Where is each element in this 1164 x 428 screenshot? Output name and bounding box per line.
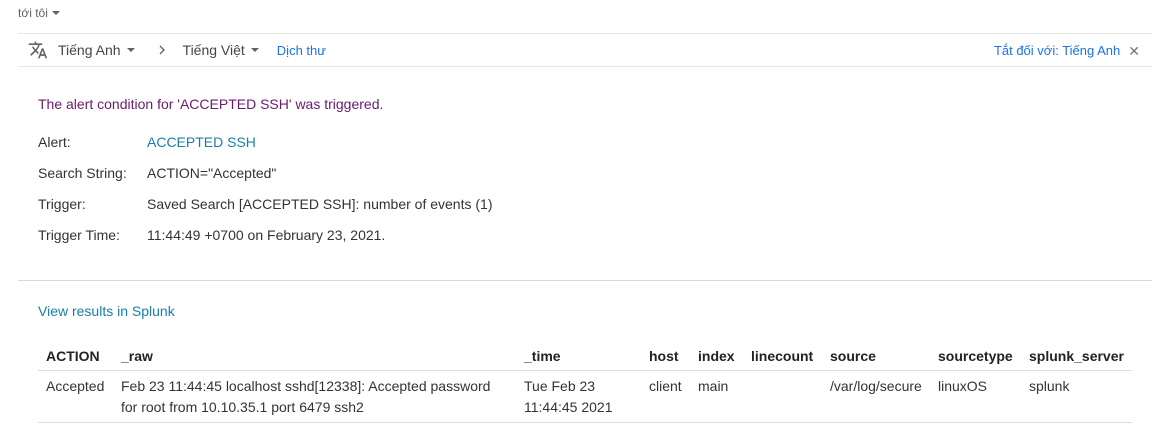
close-icon[interactable]: ✕	[1128, 43, 1140, 60]
column-header: splunk_server	[1021, 342, 1132, 371]
field-value: Saved Search [ACCEPTED SSH]: number of e…	[147, 196, 493, 212]
column-header: source	[822, 342, 930, 371]
caret-down-icon	[250, 48, 259, 52]
caret-down-icon	[126, 48, 135, 52]
table-cell: client	[641, 370, 690, 423]
field-value: 11:44:49 +0700 on February 23, 2021.	[147, 227, 386, 243]
column-header: sourcetype	[930, 342, 1021, 371]
field-label: Search String:	[38, 165, 127, 181]
recipient-dropdown[interactable]: tới tôi	[18, 6, 60, 20]
table-row: Accepted Feb 23 11:44:45 localhost sshd[…	[38, 370, 1132, 423]
field-label: Trigger:	[38, 196, 86, 212]
target-language-dropdown[interactable]: Tiếng Việt	[183, 42, 259, 58]
column-header: linecount	[743, 342, 822, 371]
column-header: _time	[516, 342, 641, 371]
table-cell	[743, 370, 822, 423]
field-label: Alert:	[38, 134, 71, 150]
field-label: Trigger Time:	[38, 227, 120, 243]
table-cell: splunk	[1021, 370, 1132, 423]
results-table: ACTION _raw _time host index linecount s…	[38, 342, 1132, 423]
translate-bar: Tiếng Anh Tiếng Việt Dịch thư Tắt đối vớ…	[18, 33, 1152, 67]
field-row-search-string: Search String: ACTION="Accepted"	[38, 165, 492, 196]
recipient-label: tới tôi	[18, 6, 48, 20]
table-cell: main	[690, 370, 743, 423]
email-body: The alert condition for 'ACCEPTED SSH' w…	[38, 96, 492, 258]
table-cell: linuxOS	[930, 370, 1021, 423]
column-header: index	[690, 342, 743, 371]
divider	[18, 280, 1152, 281]
table-header-row: ACTION _raw _time host index linecount s…	[38, 342, 1132, 371]
column-header: host	[641, 342, 690, 371]
table-cell: Feb 23 11:44:45 localhost sshd[12338]: A…	[113, 370, 516, 423]
alert-name-link[interactable]: ACCEPTED SSH	[147, 134, 256, 150]
table-cell: /var/log/secure	[822, 370, 930, 423]
source-language-dropdown[interactable]: Tiếng Anh	[58, 42, 135, 58]
table-cell: Tue Feb 23 11:44:45 2021	[516, 370, 641, 423]
target-language-label: Tiếng Việt	[182, 42, 245, 58]
column-header: ACTION	[38, 342, 113, 371]
alert-message: The alert condition for 'ACCEPTED SSH' w…	[38, 96, 384, 112]
caret-down-icon	[51, 11, 60, 15]
chevron-right-icon	[159, 45, 165, 55]
translate-message-link[interactable]: Dịch thư	[277, 43, 326, 58]
translate-icon	[28, 41, 48, 59]
source-language-label: Tiếng Anh	[58, 42, 121, 58]
view-results-link[interactable]: View results in Splunk	[38, 303, 175, 319]
table-cell: Accepted	[38, 370, 113, 423]
turn-off-translation-link[interactable]: Tắt đối với: Tiếng Anh	[994, 43, 1120, 58]
field-row-trigger-time: Trigger Time: 11:44:49 +0700 on February…	[38, 227, 492, 258]
field-row-alert: Alert: ACCEPTED SSH	[38, 134, 492, 165]
field-row-trigger: Trigger: Saved Search [ACCEPTED SSH]: nu…	[38, 196, 492, 227]
column-header: _raw	[113, 342, 516, 371]
field-value: ACTION="Accepted"	[147, 165, 277, 181]
